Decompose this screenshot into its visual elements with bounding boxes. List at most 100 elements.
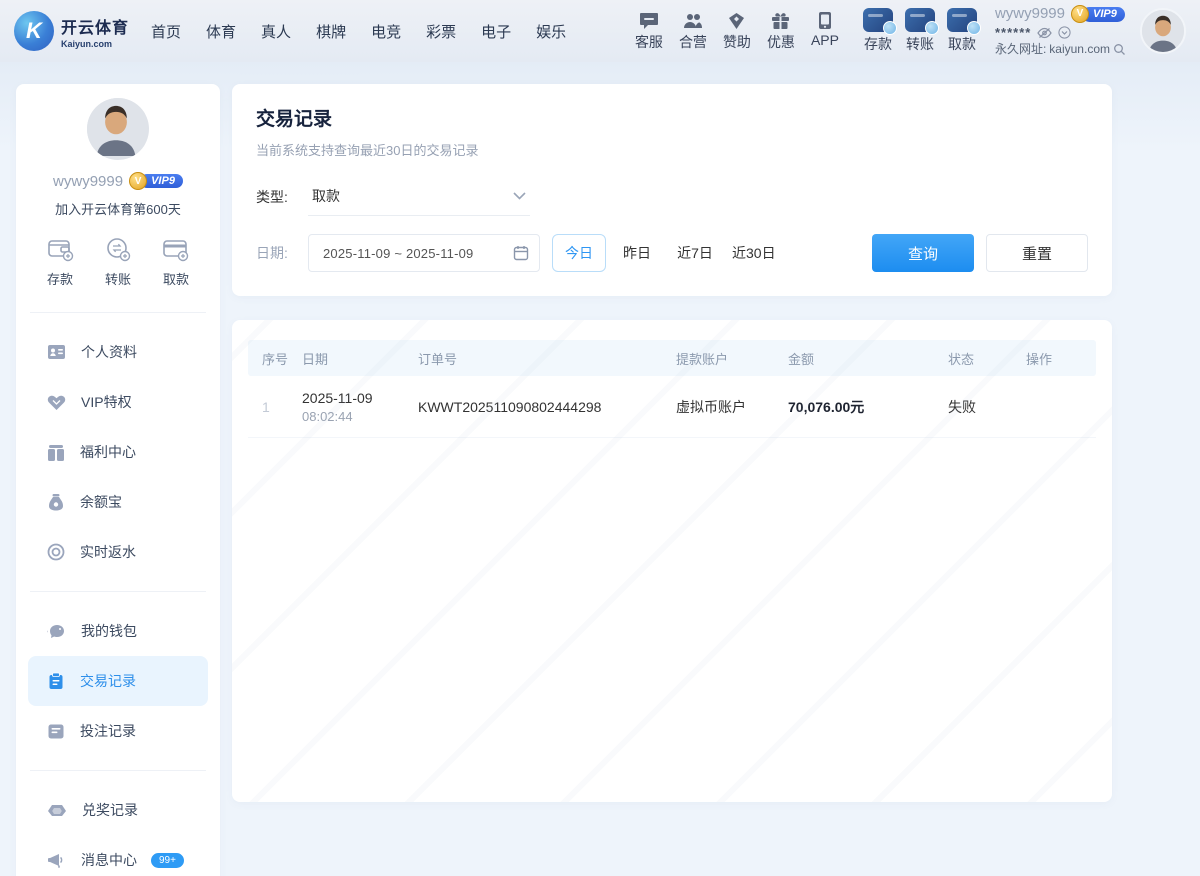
- sidebar-item-bets[interactable]: 投注记录: [28, 706, 208, 756]
- partners-button[interactable]: 合营: [679, 10, 707, 52]
- username: wywy9999: [995, 5, 1065, 24]
- reset-button[interactable]: 重置: [986, 234, 1088, 272]
- sidebar-item-transactions[interactable]: 交易记录: [28, 656, 208, 706]
- type-filter-row: 类型: 取款: [256, 177, 1088, 216]
- sidebar-item-welfare[interactable]: 福利中心: [28, 427, 208, 477]
- sidebar-avatar[interactable]: [87, 98, 149, 160]
- transaction-book-icon: [47, 672, 65, 690]
- join-days-text: 加入开云体育第600天: [16, 199, 220, 218]
- date-label: 日期:: [256, 243, 308, 263]
- sidebar-deposit-label: 存款: [47, 269, 73, 288]
- promotions-button[interactable]: 优惠: [767, 10, 795, 52]
- top-navigation: K 开云体育 Kaiyun.com 首页 体育 真人 棋牌 电竞 彩票 电子 娱…: [0, 0, 1200, 62]
- sidebar-item-yuebao[interactable]: 余额宝: [28, 477, 208, 527]
- nav-wallet-group: 存款 转账 取款: [863, 8, 977, 54]
- col-status: 状态: [942, 349, 1020, 368]
- message-count-badge: 99+: [151, 853, 184, 868]
- id-card-icon: [47, 344, 66, 360]
- sidebar-item-wallet[interactable]: 我的钱包: [28, 606, 208, 656]
- withdraw-icon: [947, 8, 977, 32]
- chevron-down-icon: [513, 192, 526, 200]
- col-index: 序号: [248, 349, 296, 368]
- app-download-button[interactable]: APP: [811, 10, 839, 52]
- sidebar-menu-group-3: 兑奖记录 消息中心 99+: [16, 779, 220, 876]
- sidebar-transfer-button[interactable]: 转账: [104, 236, 132, 288]
- sidebar-item-vip[interactable]: VIP特权: [28, 377, 208, 427]
- row-amount: 70,076.00元: [782, 397, 942, 417]
- sidebar-item-profile[interactable]: 个人资料: [28, 327, 208, 377]
- welfare-gift-icon: [47, 444, 65, 461]
- calendar-icon: [513, 245, 529, 261]
- date-filter-row: 日期: 2025-11-09 ~ 2025-11-09 今日 昨日 近7日 近3…: [256, 234, 1088, 272]
- logo-icon: K: [14, 11, 54, 51]
- deposit-button[interactable]: 存款: [863, 8, 893, 54]
- sidebar-item-prizes[interactable]: 兑奖记录: [28, 785, 208, 835]
- range-yesterday-button[interactable]: 昨日: [610, 234, 664, 272]
- sidebar-item-label: 我的钱包: [81, 621, 137, 641]
- table-row: 1 2025-11-09 08:02:44 KWWT20251109080244…: [248, 376, 1096, 438]
- nav-link-slots[interactable]: 电子: [481, 21, 511, 42]
- sidebar-item-label: 兑奖记录: [82, 800, 138, 820]
- nav-link-entertainment[interactable]: 娱乐: [536, 21, 566, 42]
- user-info-block: wywy9999 V VIP9 ****** 永久网址: kaiyun.com: [995, 5, 1126, 57]
- deposit-icon: [863, 8, 893, 32]
- sidebar-deposit-button[interactable]: 存款: [46, 236, 74, 288]
- sponsor-icon: [727, 10, 746, 30]
- nav-link-live[interactable]: 真人: [261, 21, 291, 42]
- col-account: 提款账户: [670, 349, 782, 368]
- sidebar-item-rebate[interactable]: 实时返水: [28, 527, 208, 577]
- sidebar-withdraw-button[interactable]: 取款: [162, 236, 190, 288]
- sidebar-menu-group-2: 我的钱包 交易记录 投注记录: [16, 600, 220, 762]
- range-today-button[interactable]: 今日: [552, 234, 606, 272]
- site-logo[interactable]: K 开云体育 Kaiyun.com: [14, 11, 129, 51]
- range-7days-button[interactable]: 近7日: [668, 234, 722, 272]
- col-amount: 金额: [782, 349, 942, 368]
- row-status: 失败: [942, 397, 1020, 417]
- date-range-input[interactable]: 2025-11-09 ~ 2025-11-09: [308, 234, 540, 272]
- deposit-label: 存款: [864, 34, 892, 54]
- transfer-button[interactable]: 转账: [905, 8, 935, 54]
- sidebar-item-label: 投注记录: [80, 721, 136, 741]
- nav-link-lottery[interactable]: 彩票: [426, 21, 456, 42]
- date-range-value: 2025-11-09 ~ 2025-11-09: [323, 246, 513, 261]
- sidebar-item-label: VIP特权: [81, 392, 132, 412]
- sidebar-vip-badge[interactable]: V VIP9: [129, 172, 183, 190]
- phone-icon: [818, 10, 832, 30]
- nav-link-sports[interactable]: 体育: [206, 21, 236, 42]
- vip-badge[interactable]: V VIP9: [1071, 5, 1125, 23]
- query-button[interactable]: 查询: [872, 234, 974, 272]
- nav-link-home[interactable]: 首页: [151, 21, 181, 42]
- gift-icon: [771, 10, 790, 30]
- row-date: 2025-11-09 08:02:44: [296, 390, 412, 424]
- logo-title: 开云体育: [61, 14, 129, 38]
- search-icon[interactable]: [1113, 43, 1126, 56]
- chat-icon: [639, 10, 659, 30]
- sponsor-button[interactable]: 赞助: [723, 10, 751, 52]
- sidebar: wywy9999 V VIP9 加入开云体育第600天 存款 转账: [16, 84, 220, 876]
- sidebar-item-label: 消息中心: [81, 850, 137, 870]
- sidebar-item-label: 余额宝: [80, 492, 122, 512]
- nav-link-esports[interactable]: 电竞: [371, 21, 401, 42]
- type-select[interactable]: 取款: [308, 177, 530, 216]
- filter-card: 交易记录 当前系统支持查询最近30日的交易记录 类型: 取款 日期: 2025-…: [232, 84, 1112, 296]
- range-30days-button[interactable]: 近30日: [726, 234, 782, 272]
- withdraw-label: 取款: [948, 34, 976, 54]
- customer-service-button[interactable]: 客服: [635, 10, 663, 52]
- chevron-circle-icon[interactable]: [1058, 26, 1071, 39]
- bank-card-icon: [162, 236, 190, 262]
- type-label: 类型:: [256, 187, 308, 207]
- row-index: 1: [248, 399, 296, 415]
- sponsor-label: 赞助: [723, 32, 751, 52]
- divider: [30, 312, 206, 313]
- sidebar-item-label: 福利中心: [80, 442, 136, 462]
- sidebar-item-messages[interactable]: 消息中心 99+: [28, 835, 208, 876]
- withdraw-button[interactable]: 取款: [947, 8, 977, 54]
- user-avatar[interactable]: [1140, 8, 1186, 54]
- partners-icon: [683, 10, 703, 30]
- eye-slash-icon[interactable]: [1037, 27, 1052, 39]
- nav-link-chess[interactable]: 棋牌: [316, 21, 346, 42]
- vip-shield-icon: V: [129, 172, 147, 190]
- permanent-url-value[interactable]: kaiyun.com: [1049, 42, 1110, 57]
- sidebar-quick-actions: 存款 转账 取款: [16, 218, 220, 304]
- customer-service-label: 客服: [635, 32, 663, 52]
